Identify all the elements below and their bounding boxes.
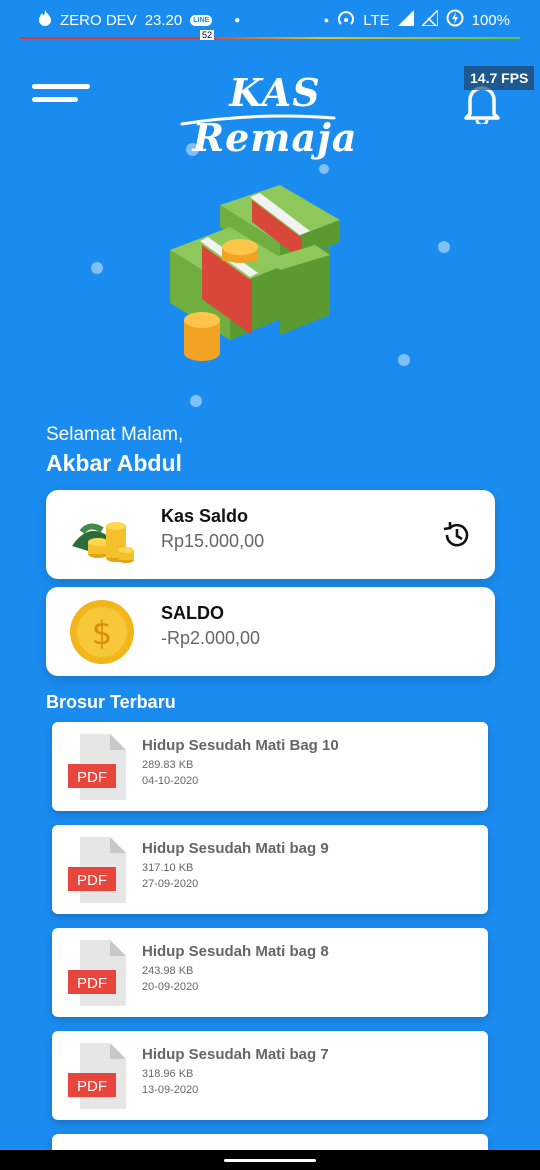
clock: 23.20 <box>144 11 183 29</box>
fps-overlay: 14.7 FPS <box>464 66 535 90</box>
brochure-date: 13-09-2020 <box>142 1084 199 1096</box>
pdf-file-icon: PDF <box>68 940 126 1006</box>
brochure-size: 289.83 KB <box>142 759 194 771</box>
logo-swoosh <box>180 114 336 126</box>
decor-dot <box>186 143 199 156</box>
battery-percent: 100% <box>471 11 510 29</box>
section-title: Brosur Terbaru <box>46 692 176 712</box>
card-title: Kas Saldo <box>161 506 249 526</box>
brochure-title: Hidup Sesudah Mati bag 9 <box>142 840 329 857</box>
home-gesture-handle[interactable] <box>224 1159 316 1162</box>
svg-text:PDF: PDF <box>77 1078 107 1095</box>
svg-text:PDF: PDF <box>77 872 107 889</box>
decor-dot <box>398 354 410 366</box>
history-icon[interactable] <box>442 520 472 550</box>
app-logo: KAS Remaja <box>192 70 358 160</box>
money-stack-illustration <box>150 175 350 365</box>
network-type: LTE <box>363 11 390 29</box>
menu-button[interactable] <box>32 84 92 108</box>
dollar-coin-icon: $ <box>68 599 136 665</box>
greeting-text: Selamat Malam, <box>46 424 184 445</box>
kas-saldo-card[interactable]: Kas Saldo Rp15.000,00 <box>46 490 495 579</box>
pdf-file-icon: PDF <box>68 734 126 800</box>
brochure-size: 317.10 KB <box>142 862 194 874</box>
card-value: -Rp2.000,00 <box>161 628 261 648</box>
notification-dot-icon: ● <box>234 14 241 26</box>
signal-off-icon <box>419 8 439 30</box>
notification-count: 52 <box>200 30 215 40</box>
carrier-label: ZERO DEV <box>60 11 137 29</box>
svg-text:PDF: PDF <box>77 769 107 786</box>
dot-icon: ● <box>323 15 330 25</box>
user-name: Akbar Abdul <box>46 450 182 476</box>
svg-text:PDF: PDF <box>77 975 107 992</box>
card-title: SALDO <box>161 603 224 623</box>
brochure-item[interactable]: PDF Hidup Sesudah Mati bag 9 317.10 KB 2… <box>52 825 488 914</box>
brochure-date: 04-10-2020 <box>142 775 199 787</box>
brochure-title: Hidup Sesudah Mati Bag 10 <box>142 737 339 754</box>
app-header: KAS Remaja <box>0 60 540 160</box>
brochure-date: 20-09-2020 <box>142 981 199 993</box>
card-value: Rp15.000,00 <box>161 531 265 551</box>
brochure-item[interactable]: PDF Hidup Sesudah Mati bag 7 318.96 KB 1… <box>52 1031 488 1120</box>
brochure-date: 27-09-2020 <box>142 878 199 890</box>
decor-dot <box>319 164 329 174</box>
signal-icon <box>397 10 414 30</box>
line-app-icon: LINE <box>190 14 213 26</box>
brochure-item[interactable]: PDF Hidup Sesudah Mati Bag 10 289.83 KB … <box>52 722 488 811</box>
brochure-item[interactable]: PDF Hidup Sesudah Mati bag 8 243.98 KB 2… <box>52 928 488 1017</box>
brochure-size: 243.98 KB <box>142 965 194 977</box>
saldo-card[interactable]: $ SALDO -Rp2.000,00 <box>46 587 495 676</box>
brochure-size: 318.96 KB <box>142 1068 194 1080</box>
status-bar: ZERO DEV 23.20 LINE ● ● LTE 100% <box>0 0 540 40</box>
coins-icon <box>68 502 136 568</box>
flame-icon <box>38 10 52 30</box>
svg-text:$: $ <box>92 614 112 652</box>
hotspot-icon <box>337 10 355 30</box>
battery-saver-icon <box>446 9 464 31</box>
decor-dot <box>190 395 202 407</box>
decor-dot <box>438 241 450 253</box>
menu-icon <box>32 84 90 89</box>
brochure-title: Hidup Sesudah Mati bag 7 <box>142 1046 329 1063</box>
pdf-file-icon: PDF <box>68 837 126 903</box>
status-divider <box>20 37 520 39</box>
decor-dot <box>91 262 103 274</box>
brochure-title: Hidup Sesudah Mati bag 8 <box>142 943 329 960</box>
pdf-file-icon: PDF <box>68 1043 126 1109</box>
system-nav-bar <box>0 1150 540 1170</box>
